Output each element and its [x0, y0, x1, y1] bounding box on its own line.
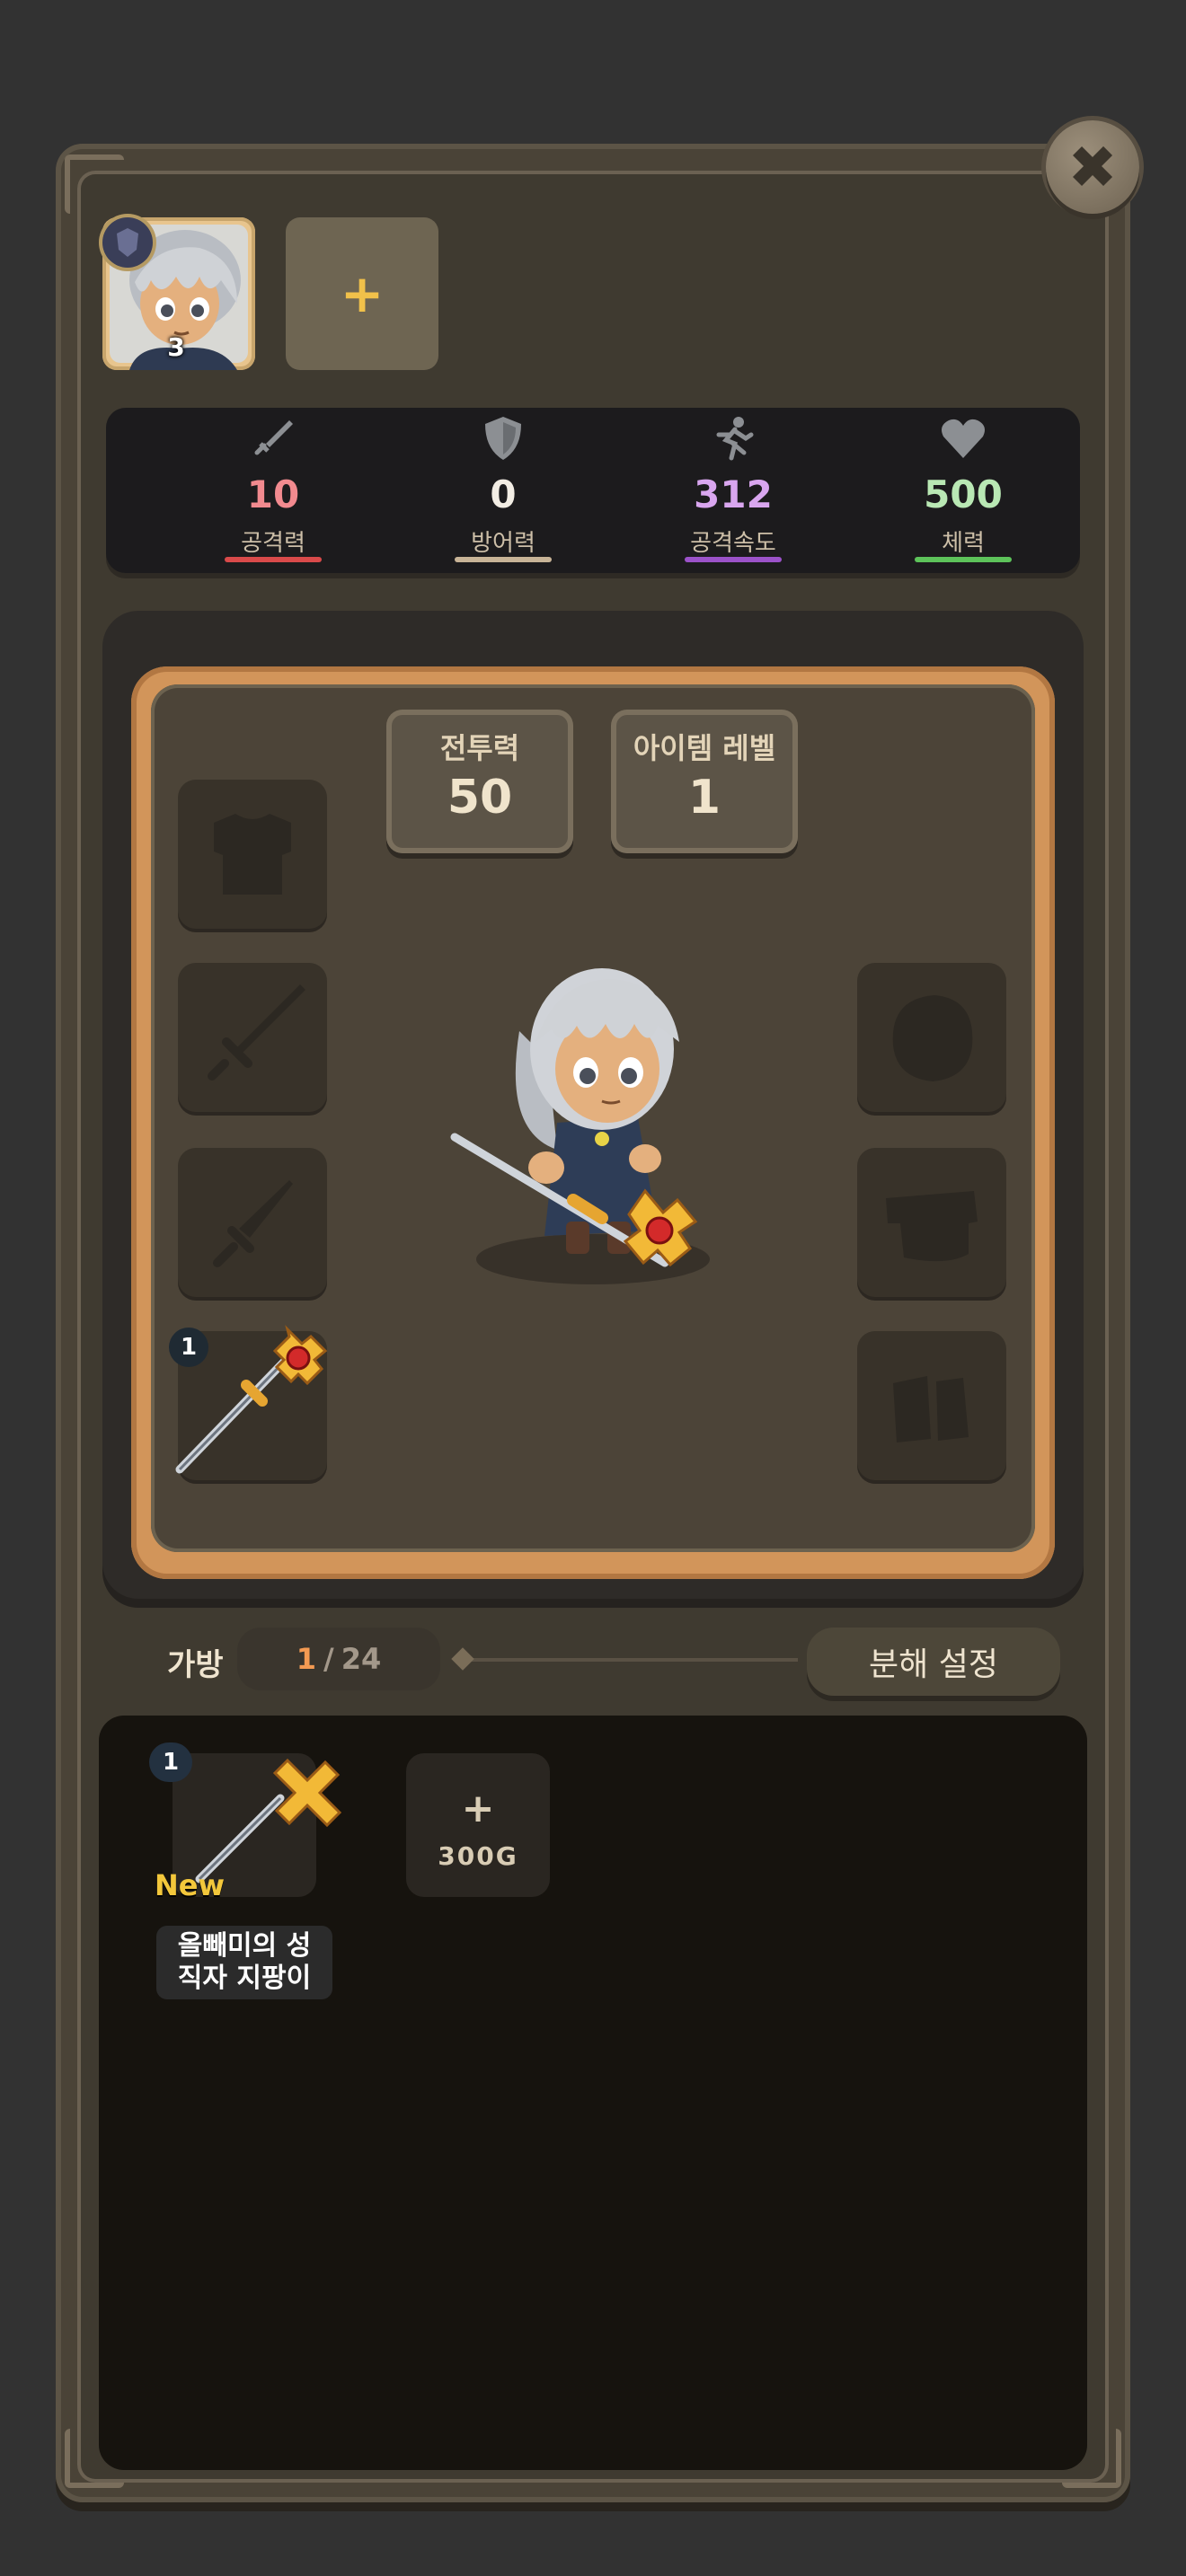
panel-corner-ornament: [65, 154, 124, 214]
running-icon: [716, 417, 754, 461]
sword-silhouette-icon: [208, 984, 305, 1081]
bag-current-count: 1: [296, 1642, 317, 1676]
bag-item-name-line1: 올빼미의 성: [177, 1930, 312, 1962]
equip-slot-gloves[interactable]: [857, 1148, 1006, 1297]
sword-icon: [254, 420, 293, 455]
shield-icon: [485, 417, 521, 460]
bag-label: 가방: [167, 1647, 224, 1683]
equipped-count-badge: 1: [169, 1328, 208, 1367]
stat-defense-value: 0: [490, 472, 517, 516]
stat-attack-speed-underline: [685, 557, 782, 562]
armor-silhouette-icon: [214, 814, 291, 895]
stat-attack-underline: [225, 557, 322, 562]
bag-item-name: 올빼미의 성 직자 지팡이: [156, 1926, 332, 1999]
bag-capacity: 1 / 24: [237, 1628, 440, 1690]
gloves-silhouette-icon: [886, 1191, 978, 1262]
stat-defense: 0 방어력: [422, 408, 584, 573]
decompose-settings-button[interactable]: 분해 설정: [807, 1628, 1060, 1696]
bag-progress-track: [460, 1658, 798, 1662]
stat-hp-label: 체력: [942, 530, 985, 557]
heart-icon: [942, 419, 985, 458]
hero-level: 3: [167, 332, 185, 362]
item-level-value: 1: [687, 771, 721, 825]
bag-max-count: 24: [341, 1642, 382, 1676]
hero-rank-badge: [102, 217, 153, 268]
bag-count-separator: /: [323, 1642, 334, 1676]
stat-hp: 500 체력: [882, 408, 1044, 573]
hero-character: [450, 968, 710, 1284]
new-item-badge: New: [155, 1868, 226, 1902]
close-icon: ✖: [1067, 132, 1118, 202]
stat-defense-underline: [455, 557, 552, 562]
boots-silhouette-icon: [893, 1376, 969, 1442]
equip-slot-helmet[interactable]: [857, 963, 1006, 1112]
bag-item-name-line2: 직자 지팡이: [177, 1963, 312, 1994]
stat-attack-value: 10: [246, 472, 300, 516]
combat-power-value: 50: [447, 771, 513, 825]
stat-attack-speed-label: 공격속도: [690, 530, 776, 557]
stat-hp-underline: [915, 557, 1012, 562]
equip-slot-weapon-main[interactable]: [178, 963, 327, 1112]
equip-slot-armor[interactable]: [178, 780, 327, 929]
stat-hp-value: 500: [924, 472, 1003, 516]
equip-slot-weapon-sub[interactable]: [178, 1148, 327, 1297]
stat-attack-speed-value: 312: [694, 472, 773, 516]
combat-power-card: 전투력 50: [386, 710, 573, 853]
expand-bag-price: 300G: [438, 1841, 518, 1871]
stat-attack-label: 공격력: [241, 530, 305, 557]
stat-defense-label: 방어력: [471, 530, 535, 557]
item-level-title: 아이템 레벨: [633, 731, 776, 765]
bag-item-count-badge: 1: [149, 1742, 192, 1782]
stats-bar: 10 공격력 0 방어력 312 공격속도 500 체력: [106, 408, 1080, 573]
item-level-card: 아이템 레벨 1: [611, 710, 798, 853]
crest-icon: [117, 228, 138, 257]
stat-attack: 10 공격력: [192, 408, 354, 573]
plus-icon: +: [461, 1786, 495, 1831]
expand-bag-button[interactable]: + 300G: [406, 1753, 550, 1897]
equip-slot-boots[interactable]: [857, 1331, 1006, 1480]
helmet-silhouette-icon: [892, 995, 973, 1081]
add-hero-slot-button[interactable]: +: [286, 217, 438, 370]
combat-power-title: 전투력: [439, 731, 520, 765]
dagger-silhouette-icon: [213, 1180, 293, 1267]
close-button[interactable]: ✖: [1046, 120, 1139, 214]
stat-attack-speed: 312 공격속도: [652, 408, 814, 573]
plus-icon: +: [340, 263, 385, 324]
